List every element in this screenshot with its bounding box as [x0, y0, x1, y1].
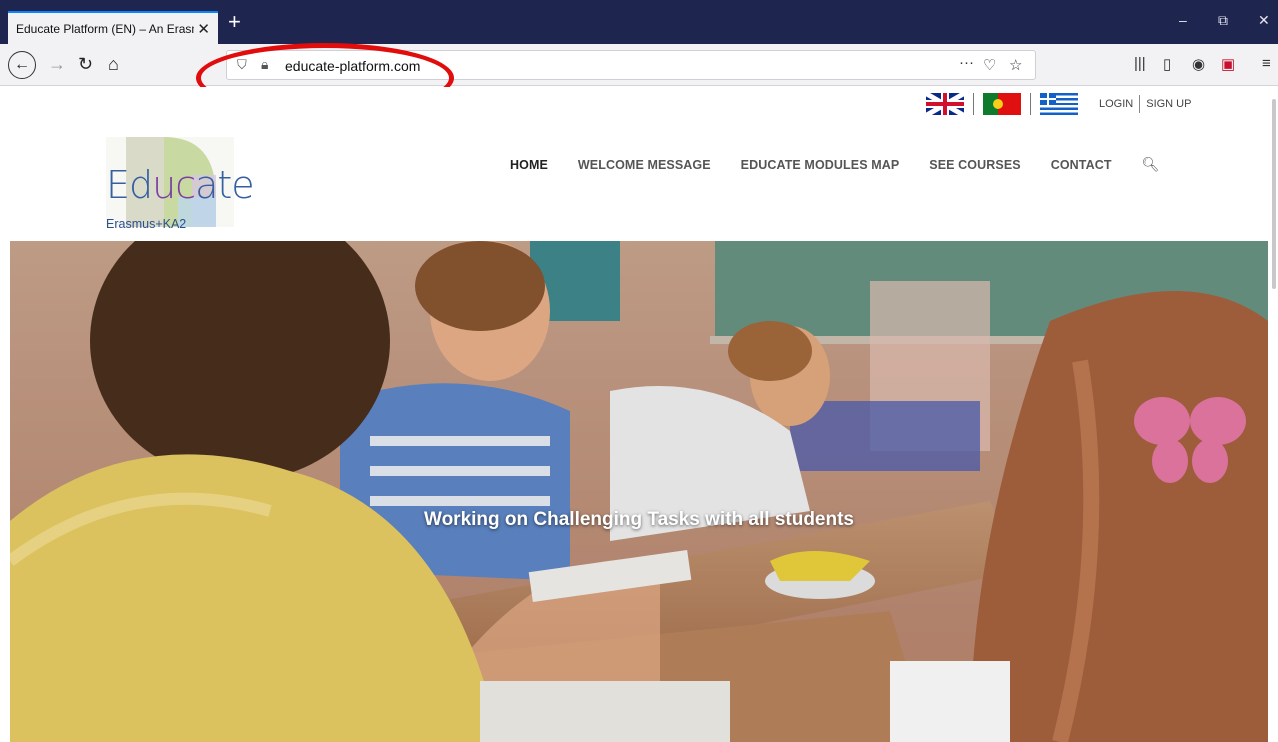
auth-links: LOGIN SIGN UP — [1099, 95, 1191, 113]
nav-home[interactable]: HOME — [510, 158, 548, 172]
page-actions-icon[interactable]: ··· — [959, 54, 974, 71]
search-icon[interactable]: 🔍︎ — [1142, 156, 1160, 173]
web-page: LOGIN SIGN UP Educate Erasmus+KA2 HOME W… — [0, 87, 1278, 742]
home-icon[interactable]: ⌂ — [108, 54, 119, 75]
library-icon[interactable]: ||| — [1134, 55, 1146, 72]
login-link[interactable]: LOGIN — [1099, 98, 1133, 110]
browser-window: Educate Platform (EN) – An Erasmus ✕ + –… — [0, 0, 1278, 742]
menu-icon[interactable]: ≡ — [1262, 55, 1271, 72]
logo-wordmark: Educate — [106, 163, 255, 207]
nav-modules-map[interactable]: EDUCATE MODULES MAP — [741, 158, 900, 172]
language-bar: LOGIN SIGN UP — [926, 93, 1191, 115]
nav-welcome-message[interactable]: WELCOME MESSAGE — [578, 158, 711, 172]
tab-close-icon[interactable]: ✕ — [197, 20, 210, 38]
signup-link[interactable]: SIGN UP — [1146, 98, 1191, 110]
minimize-icon[interactable]: – — [1179, 12, 1187, 28]
restore-icon[interactable]: ⧉ — [1218, 12, 1228, 29]
hero-banner: Working on Challenging Tasks with all st… — [10, 241, 1268, 742]
sidebar-icon[interactable]: ▯ — [1163, 55, 1171, 73]
browser-tab[interactable]: Educate Platform (EN) – An Erasmus ✕ — [8, 11, 218, 44]
page-scrollbar[interactable] — [1272, 99, 1276, 289]
account-icon[interactable]: ◉ — [1192, 55, 1205, 73]
english-flag-icon[interactable] — [926, 93, 964, 115]
portuguese-flag-icon[interactable] — [983, 93, 1021, 115]
pocket-icon[interactable]: ♡ — [983, 56, 996, 74]
window-close-icon[interactable]: ✕ — [1258, 12, 1270, 29]
bookmark-star-icon[interactable]: ☆ — [1009, 56, 1022, 74]
navigation-toolbar: ← → ↻ ⌂ ⛉ 🔒︎ educate-platform.com ··· ♡ … — [0, 44, 1278, 86]
separator — [1139, 95, 1141, 113]
new-tab-icon[interactable]: + — [228, 9, 241, 35]
tab-strip: Educate Platform (EN) – An Erasmus ✕ + –… — [0, 0, 1278, 44]
tab-title: Educate Platform (EN) – An Erasmus — [16, 21, 194, 36]
site-logo[interactable]: Educate Erasmus+KA2 — [106, 137, 255, 232]
nav-contact[interactable]: CONTACT — [1051, 158, 1112, 172]
logo-subtitle: Erasmus+KA2 — [106, 217, 187, 231]
back-icon[interactable]: ← — [8, 51, 36, 79]
nav-see-courses[interactable]: SEE COURSES — [929, 158, 1020, 172]
separator — [1030, 93, 1031, 115]
reload-icon[interactable]: ↻ — [78, 54, 93, 75]
forward-icon[interactable]: → — [48, 54, 66, 75]
greek-flag-icon[interactable] — [1040, 93, 1078, 115]
hero-caption: Working on Challenging Tasks with all st… — [423, 509, 854, 530]
main-navigation: HOME WELCOME MESSAGE EDUCATE MODULES MAP… — [510, 156, 1159, 173]
pocket-extension-icon[interactable]: ▣ — [1221, 55, 1235, 73]
classroom-photo — [10, 241, 1268, 742]
separator — [973, 93, 974, 115]
